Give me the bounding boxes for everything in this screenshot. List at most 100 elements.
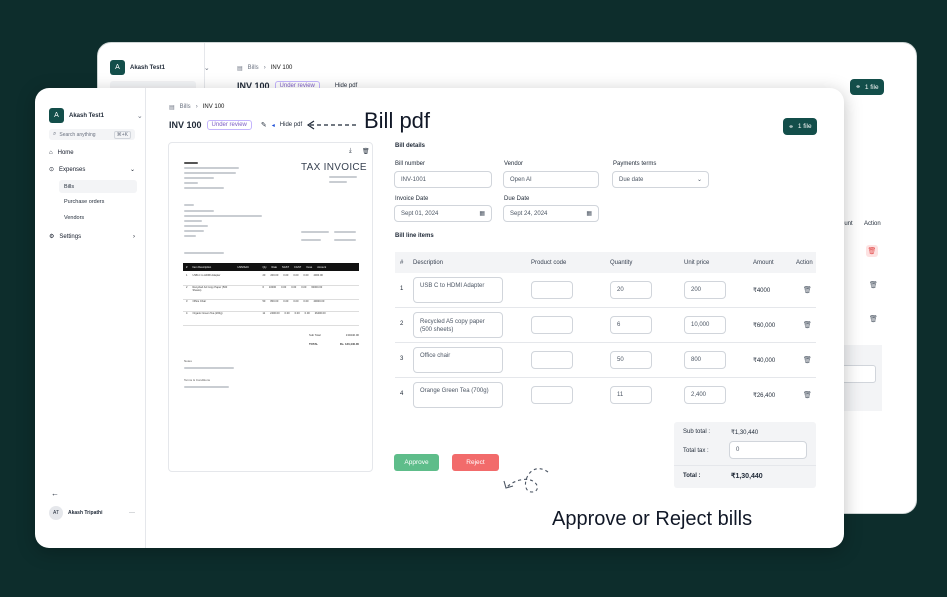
approve-reject-annotation: Approve or Reject bills <box>552 508 753 530</box>
reject-button[interactable]: Reject <box>452 454 499 471</box>
total-tax-input[interactable]: 0 <box>729 441 807 459</box>
trash-icon[interactable]: 🗑 <box>803 356 812 364</box>
sidebar-item-purchase-orders[interactable]: Purchase orders <box>64 199 104 205</box>
trash-icon[interactable]: 🗑 <box>869 281 878 289</box>
table-row: 2 Recycled A5 copy paper (500 sheets) 6 … <box>395 308 816 342</box>
bills-icon: ▤ <box>237 66 243 72</box>
pdf-cell: 4 <box>186 312 188 315</box>
row-number: 1 <box>400 286 404 292</box>
avatar: AT <box>49 506 63 520</box>
sidebar-item-expenses[interactable]: ⊙ Expenses ⌄ <box>49 166 135 174</box>
sidebar-item-vendors[interactable]: Vendors <box>64 215 84 221</box>
quantity-input[interactable]: 20 <box>610 281 652 299</box>
unit-price-input[interactable]: 200 <box>684 281 726 299</box>
product-code-input[interactable] <box>531 281 573 299</box>
page-header: INV 100 Under review ✎ ◂ Hide pdf <box>169 120 302 130</box>
sidebar-item-bills[interactable]: Bills <box>59 180 137 193</box>
total-value: ₹1,30,440 <box>731 473 763 480</box>
pdf-cell: 0.00 <box>303 274 309 277</box>
column-action: Action <box>796 259 813 266</box>
trash-icon[interactable]: 🗑 <box>803 286 812 294</box>
pdf-table-body: 1 USB-C to HDMI Adapter 20 200.00 0.00 0.00 0.… <box>183 274 359 326</box>
trash-icon[interactable]: 🗑 <box>362 148 370 155</box>
pdf-cell: 60000.00 <box>311 286 323 289</box>
description-input[interactable]: USB C to HDMI Adapter <box>413 277 503 303</box>
breadcrumb-bills[interactable]: Bills <box>180 104 191 111</box>
pdf-subtotal-label: Sub Total <box>309 333 321 337</box>
trash-icon[interactable]: 🗑 <box>803 391 812 399</box>
pdf-col: Amount <box>317 265 327 269</box>
file-button[interactable]: ⚭ 1 file <box>783 118 817 135</box>
collapse-sidebar-icon[interactable]: ← <box>51 489 59 498</box>
hide-pdf-button[interactable]: Hide pdf <box>280 122 302 128</box>
pdf-cell: 0.00 <box>283 274 289 277</box>
search-input[interactable]: ⌕ Search anything ⌘+K <box>49 129 135 140</box>
pdf-col: Rate <box>271 265 277 269</box>
calendar-icon: ▦ <box>479 211 485 217</box>
pdf-cell: 20 <box>262 274 266 277</box>
pdf-cell: 800.00 <box>270 300 279 303</box>
download-icon[interactable]: ⤓ <box>349 148 352 155</box>
payment-terms-select[interactable]: Due date ⌄ <box>612 171 709 188</box>
home-icon: ⌂ <box>49 150 53 156</box>
column-unit-price: Unit price <box>684 259 710 266</box>
arrow-to-buttons-icon <box>503 468 549 493</box>
chevron-right-icon: › <box>195 104 198 110</box>
pdf-cell: 0.00 <box>291 286 297 289</box>
workspace-switcher[interactable]: A Akash Test1 ⌄ <box>49 108 143 123</box>
bill-number-field[interactable]: INV-1001 <box>394 171 492 188</box>
due-date-field[interactable]: Sept 24, 2024 ▦ <box>503 205 599 222</box>
pdf-total-label: TOTAL <box>309 342 319 346</box>
more-icon[interactable]: ··· <box>129 510 135 516</box>
delete-row-button[interactable]: 🗑 <box>866 245 878 257</box>
expenses-icon: ⊙ <box>49 167 55 173</box>
invoice-date-value: Sept 01, 2024 <box>401 210 439 217</box>
pdf-cell: 2 <box>186 286 188 289</box>
pdf-notes-label: Notes <box>184 359 192 363</box>
table-row: 3 Office chair 50 800 ₹40,000 🗑 <box>395 343 816 377</box>
total-label: Total : <box>683 473 701 479</box>
quantity-input[interactable]: 6 <box>610 316 652 334</box>
pdf-table-row: 4 Organic Green Tea (200g) 11 2400.00 0.00 0.… <box>183 312 359 326</box>
sidebar-item-label: Expenses <box>59 166 86 173</box>
file-button[interactable]: ⚭ 1 file <box>850 79 884 95</box>
quantity-input[interactable]: 50 <box>610 351 652 369</box>
row-number: 3 <box>400 356 404 362</box>
approve-button[interactable]: Approve <box>394 454 439 471</box>
search-placeholder: Search anything <box>59 131 96 138</box>
trash-icon[interactable]: 🗑 <box>803 321 812 329</box>
pdf-table-row: 2 Recycled A4 Copy Paper (500 Sheets) 6 100… <box>183 286 359 300</box>
pdf-cell: 11 <box>262 312 266 315</box>
pdf-col: CGST <box>294 265 302 269</box>
vendor-field[interactable]: Open AI <box>503 171 599 188</box>
pencil-icon[interactable]: ✎ <box>261 121 267 129</box>
pdf-cell: 0.00 <box>281 286 287 289</box>
quantity-input[interactable]: 11 <box>610 386 652 404</box>
product-code-input[interactable] <box>531 316 573 334</box>
breadcrumb-bills[interactable]: Bills <box>248 65 259 72</box>
pdf-cell: 0.00 <box>293 274 299 277</box>
description-input[interactable]: Office chair <box>413 347 503 373</box>
unit-price-input[interactable]: 800 <box>684 351 726 369</box>
product-code-input[interactable] <box>531 351 573 369</box>
pdf-total: Rs. 130,440.00 <box>339 342 359 346</box>
trash-icon[interactable]: 🗑 <box>869 315 878 323</box>
unit-price-input[interactable]: 2,400 <box>684 386 726 404</box>
sidebar-item-settings[interactable]: ⚙ Settings › <box>49 233 135 241</box>
description-input[interactable]: Recycled A5 copy paper (500 sheets) <box>413 312 503 338</box>
user-menu[interactable]: AT Akash Tripathi ··· <box>49 506 135 520</box>
pdf-subtotal: 130440.00 <box>345 333 359 337</box>
workspace-switcher[interactable]: A Akash Test1 ⌄ <box>110 60 210 75</box>
pdf-preview: ⤓ 🗑 TAX INVOICE # Item Description HSN/S… <box>168 142 373 472</box>
payment-terms-value: Due date <box>619 176 644 183</box>
unit-price-input[interactable]: 10,000 <box>684 316 726 334</box>
sidebar-item-home[interactable]: ⌂ Home <box>49 150 74 156</box>
pdf-col: Item Description <box>192 265 212 269</box>
pdf-col: # <box>186 265 188 269</box>
file-button-label: 1 file <box>864 83 879 91</box>
description-input[interactable]: Orange Green Tea (700g) <box>413 382 503 408</box>
invoice-date-field[interactable]: Sept 01, 2024 ▦ <box>394 205 492 222</box>
product-code-input[interactable] <box>531 386 573 404</box>
user-name: Akash Tripathi <box>68 510 103 516</box>
payment-terms-label: Payments terms <box>613 161 657 167</box>
